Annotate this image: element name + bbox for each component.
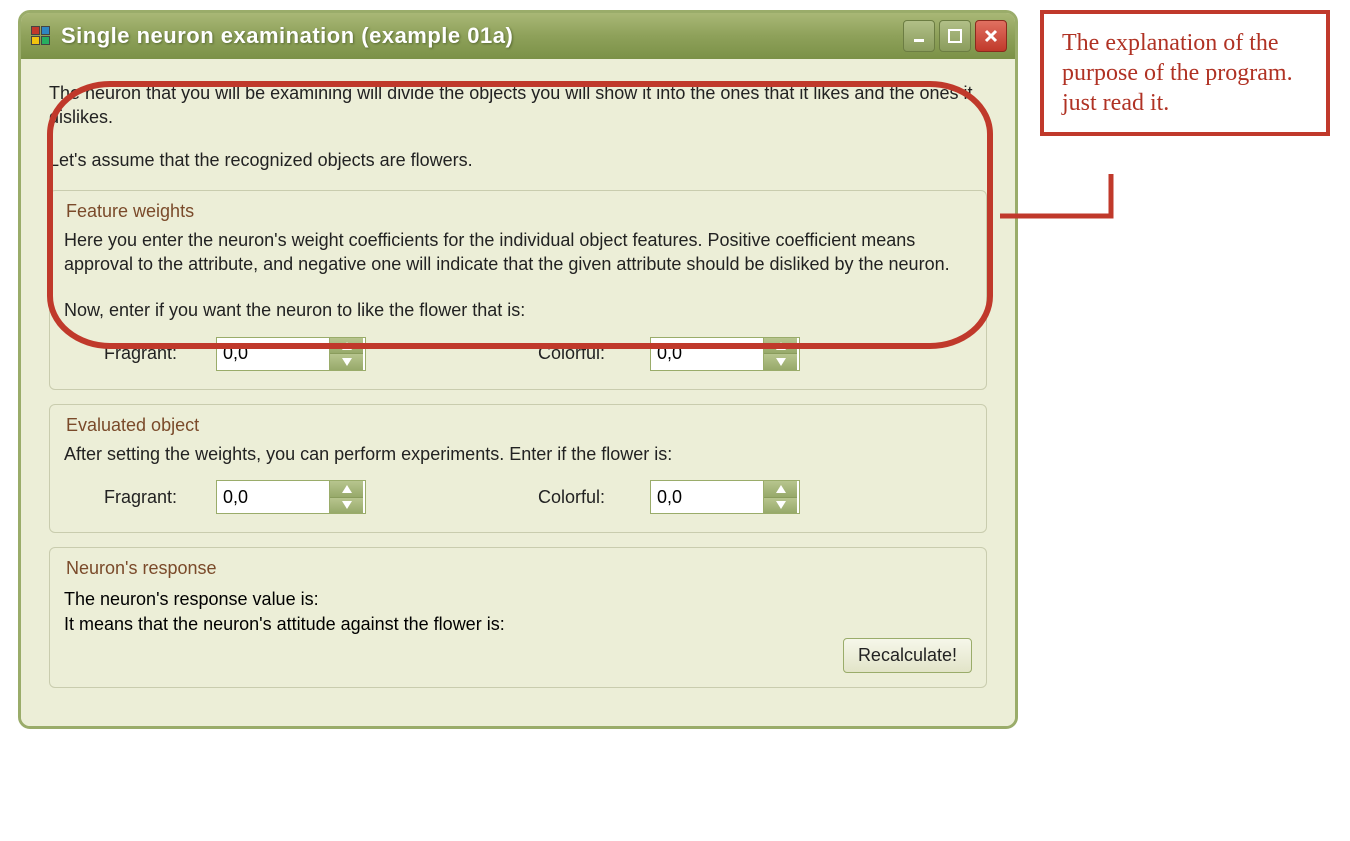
colorful-value-label: Colorful: [538,487,628,508]
feature-weights-description: Here you enter the neuron's weight coeff… [64,228,972,277]
feature-weights-prompt: Now, enter if you want the neuron to lik… [64,298,972,322]
spinner-down-icon[interactable] [330,354,363,370]
evaluated-object-inputs: Fragrant: Colorful: [64,466,972,514]
recalculate-button[interactable]: Recalculate! [843,638,972,673]
evaluated-object-description: After setting the weights, you can perfo… [64,442,972,466]
intro-paragraph-2: Let's assume that the recognized objects… [49,148,987,172]
spinner-up-icon[interactable] [330,338,363,355]
spinner-down-icon[interactable] [764,354,797,370]
neuron-response-legend: Neuron's response [60,558,223,579]
fragrant-value-spinner[interactable] [216,480,366,514]
minimize-button[interactable] [903,20,935,52]
spinner-down-icon[interactable] [764,498,797,514]
fragrant-value-input[interactable] [217,481,329,513]
window-title: Single neuron examination (example 01a) [61,23,903,49]
spinner-up-icon[interactable] [330,481,363,498]
evaluated-object-group: Evaluated object After setting the weigh… [49,404,987,533]
feature-weights-group: Feature weights Here you enter the neuro… [49,190,987,390]
response-value-label: The neuron's response value is: [64,589,972,610]
annotation-callout: The explanation of the purpose of the pr… [1040,10,1330,136]
fragrant-value-label: Fragrant: [104,487,194,508]
spinner-up-icon[interactable] [764,338,797,355]
fragrant-weight-input[interactable] [217,338,329,370]
colorful-value-input[interactable] [651,481,763,513]
app-window: Single neuron examination (example 01a) … [18,10,1018,729]
spinner-down-icon[interactable] [330,498,363,514]
response-attitude-label: It means that the neuron's attitude agai… [64,614,972,635]
colorful-value-spinner[interactable] [650,480,800,514]
close-button[interactable] [975,20,1007,52]
client-area: The neuron that you will be examining wi… [21,59,1015,726]
intro-paragraph-1: The neuron that you will be examining wi… [49,81,987,130]
colorful-weight-spinner[interactable] [650,337,800,371]
fragrant-weight-spinner[interactable] [216,337,366,371]
neuron-response-text: The neuron's response value is: It means… [64,589,972,635]
annotation-callout-text: The explanation of the purpose of the pr… [1062,30,1293,116]
neuron-response-group: Neuron's response The neuron's response … [49,547,987,688]
colorful-weight-input[interactable] [651,338,763,370]
maximize-button[interactable] [939,20,971,52]
feature-weights-inputs: Fragrant: Colorful: [64,323,972,371]
colorful-weight-label: Colorful: [538,343,628,364]
fragrant-weight-label: Fragrant: [104,343,194,364]
spinner-up-icon[interactable] [764,481,797,498]
window-controls [903,20,1007,52]
app-icon [31,26,51,46]
evaluated-object-legend: Evaluated object [60,415,205,436]
feature-weights-legend: Feature weights [60,201,200,222]
titlebar[interactable]: Single neuron examination (example 01a) [21,13,1015,59]
intro-text: The neuron that you will be examining wi… [49,81,987,172]
